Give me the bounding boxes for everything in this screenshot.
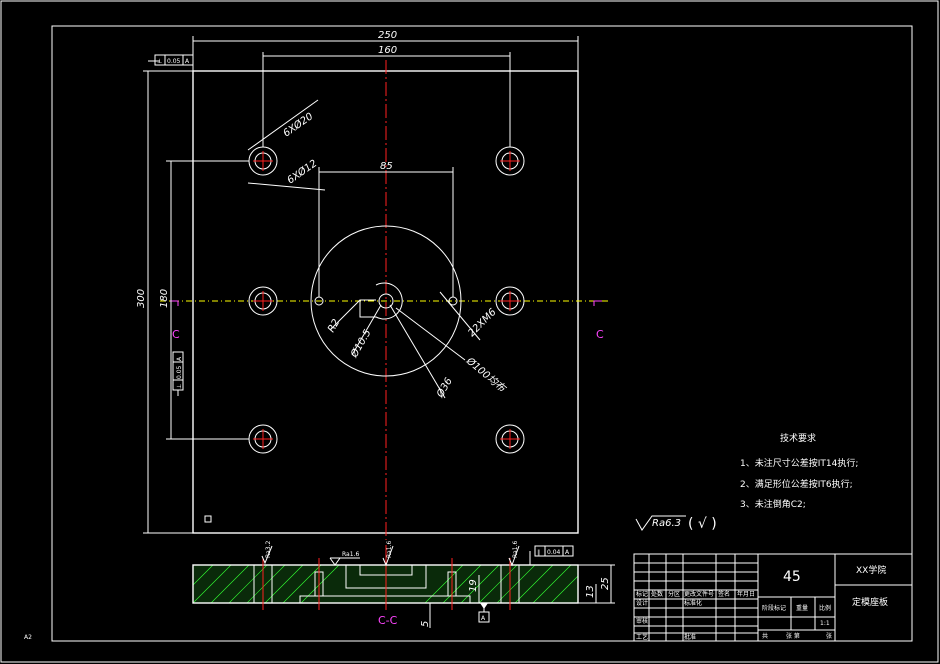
tb-school: XX学院 <box>856 564 886 576</box>
svg-text:⊥: ⊥ <box>157 58 162 65</box>
roughness-symbol-b: Ra1.6 <box>329 551 360 566</box>
svg-text:∥: ∥ <box>537 549 540 556</box>
dim-300: 300 <box>136 289 147 308</box>
tb-scale-label: 比例 <box>819 604 831 612</box>
tb-stage-label: 阶段标记 <box>762 604 786 612</box>
tb-material: 45 <box>783 569 801 585</box>
tb-col-1: 处数 <box>651 590 663 598</box>
tb-sheet-end-label: 张 <box>826 632 832 640</box>
dim-bore: Ø36 <box>434 376 455 401</box>
cad-drawing: A2 C C 250 160 85 300 180 6XØ20 6XØ12 R2… <box>0 0 939 663</box>
roughness-symbol-c: Ra1.6 <box>382 541 394 567</box>
hole-bottom-right <box>495 424 525 454</box>
gtol-frame-top: ⊥ 0.05 A <box>148 54 194 66</box>
gtol-frame-section: ∥ 0.04 A <box>529 545 574 565</box>
hole-top-right <box>495 146 525 176</box>
hole-mid-left <box>248 286 278 316</box>
section-label: C-C <box>378 614 398 627</box>
svg-text:0.04: 0.04 <box>547 549 561 556</box>
svg-text:0.05: 0.05 <box>167 58 181 65</box>
dim-5: 5 <box>420 621 431 627</box>
tb-col-4: 签名 <box>718 590 730 598</box>
dim-13: 13 <box>585 585 596 598</box>
dim-bolt-circle: Ø100均布 <box>463 354 509 395</box>
dim-180: 180 <box>159 289 170 308</box>
hole-mid-right <box>495 286 525 316</box>
leader-bore <box>389 304 446 399</box>
tb-row-4: 工艺 <box>636 633 648 641</box>
tb-scale: 1:1 <box>820 620 830 627</box>
section-mark-right: C <box>596 328 604 341</box>
tb-approve-label: 批准 <box>684 633 696 641</box>
datum-a-symbol: A <box>478 603 490 623</box>
dim-160: 160 <box>378 45 397 56</box>
tech-req-title: 技术要求 <box>780 432 816 444</box>
svg-text:Ra1.6: Ra1.6 <box>512 541 519 558</box>
tb-row-3: 审核 <box>636 617 648 625</box>
dim-85: 85 <box>380 161 393 172</box>
tb-weight-label: 重量 <box>796 604 808 612</box>
tb-row-2: 设计 <box>636 599 648 607</box>
svg-text:⊥: ⊥ <box>176 384 183 389</box>
sheet-size-label: A2 <box>24 634 32 641</box>
svg-text:( √ ): ( √ ) <box>688 516 717 532</box>
tb-col-2: 分区 <box>668 590 680 598</box>
roughness-symbol-a: Ra3.2 <box>261 541 273 565</box>
svg-text:Ra6.3: Ra6.3 <box>652 518 681 529</box>
dim-center-hole: Ø10.5 <box>348 327 374 360</box>
section-mark-right-arrow <box>593 300 602 306</box>
dim-through-hole: 6XØ12 <box>285 157 319 186</box>
gtol-frame-left: ⊥ 0.05 A <box>172 351 184 396</box>
tb-row-1: 标记 <box>636 590 648 598</box>
svg-text:A: A <box>565 549 570 556</box>
section-mark-left: C <box>172 328 180 341</box>
tb-sheet-no-label: 张 第 <box>786 632 800 640</box>
title-block: 45 XX学院 定模座板 1:1 阶段标记 重量 比例 共 张 第 张 处数 分… <box>633 553 913 642</box>
leader-through-hole <box>247 182 326 191</box>
section-view: 25 13 19 5 Ra3.2 Ra1.6 Ra1.6 Ra1.6 ∥ 0.0… <box>192 541 615 628</box>
hole-bottom-left <box>248 424 278 454</box>
hole-top-left <box>248 146 278 176</box>
tech-req-item-2: 2、满足形位公差按IT6执行; <box>740 478 853 490</box>
svg-text:0.05: 0.05 <box>176 365 183 379</box>
datum-square-plan <box>204 515 212 523</box>
svg-text:Ra1.6: Ra1.6 <box>386 541 393 558</box>
svg-text:Ra1.6: Ra1.6 <box>342 551 359 558</box>
svg-text:A: A <box>176 356 183 361</box>
svg-text:A: A <box>185 58 190 65</box>
tb-std-label: 标准化 <box>684 599 702 607</box>
general-roughness: Ra6.3 ( √ ) <box>635 515 717 532</box>
tech-req-item-1: 1、未注尺寸公差按IT14执行; <box>740 457 858 469</box>
leader-bolt-circle <box>395 307 466 361</box>
tb-sheets-label: 共 <box>762 632 768 640</box>
roughness-symbol-d: Ra1.6 <box>508 541 520 567</box>
tb-col-5: 年月日 <box>737 590 755 598</box>
dim-19: 19 <box>468 579 479 592</box>
plan-view: C C 250 160 85 300 180 6XØ20 6XØ12 R2 Ø1… <box>136 30 610 540</box>
tech-req-item-3: 3、未注倒角C2; <box>740 498 806 510</box>
dim-25: 25 <box>600 577 611 590</box>
svg-text:A: A <box>481 615 486 622</box>
drawing-frame <box>51 25 913 642</box>
dim-250: 250 <box>378 30 397 41</box>
dim-fit: 22XM6 <box>466 307 498 339</box>
technical-requirements: 技术要求 1、未注尺寸公差按IT14执行; 2、满足形位公差按IT6执行; 3、… <box>740 432 858 510</box>
tb-col-3: 更改文件号 <box>684 590 714 598</box>
svg-text:Ra3.2: Ra3.2 <box>265 541 272 558</box>
tb-part-name: 定模座板 <box>852 596 888 608</box>
